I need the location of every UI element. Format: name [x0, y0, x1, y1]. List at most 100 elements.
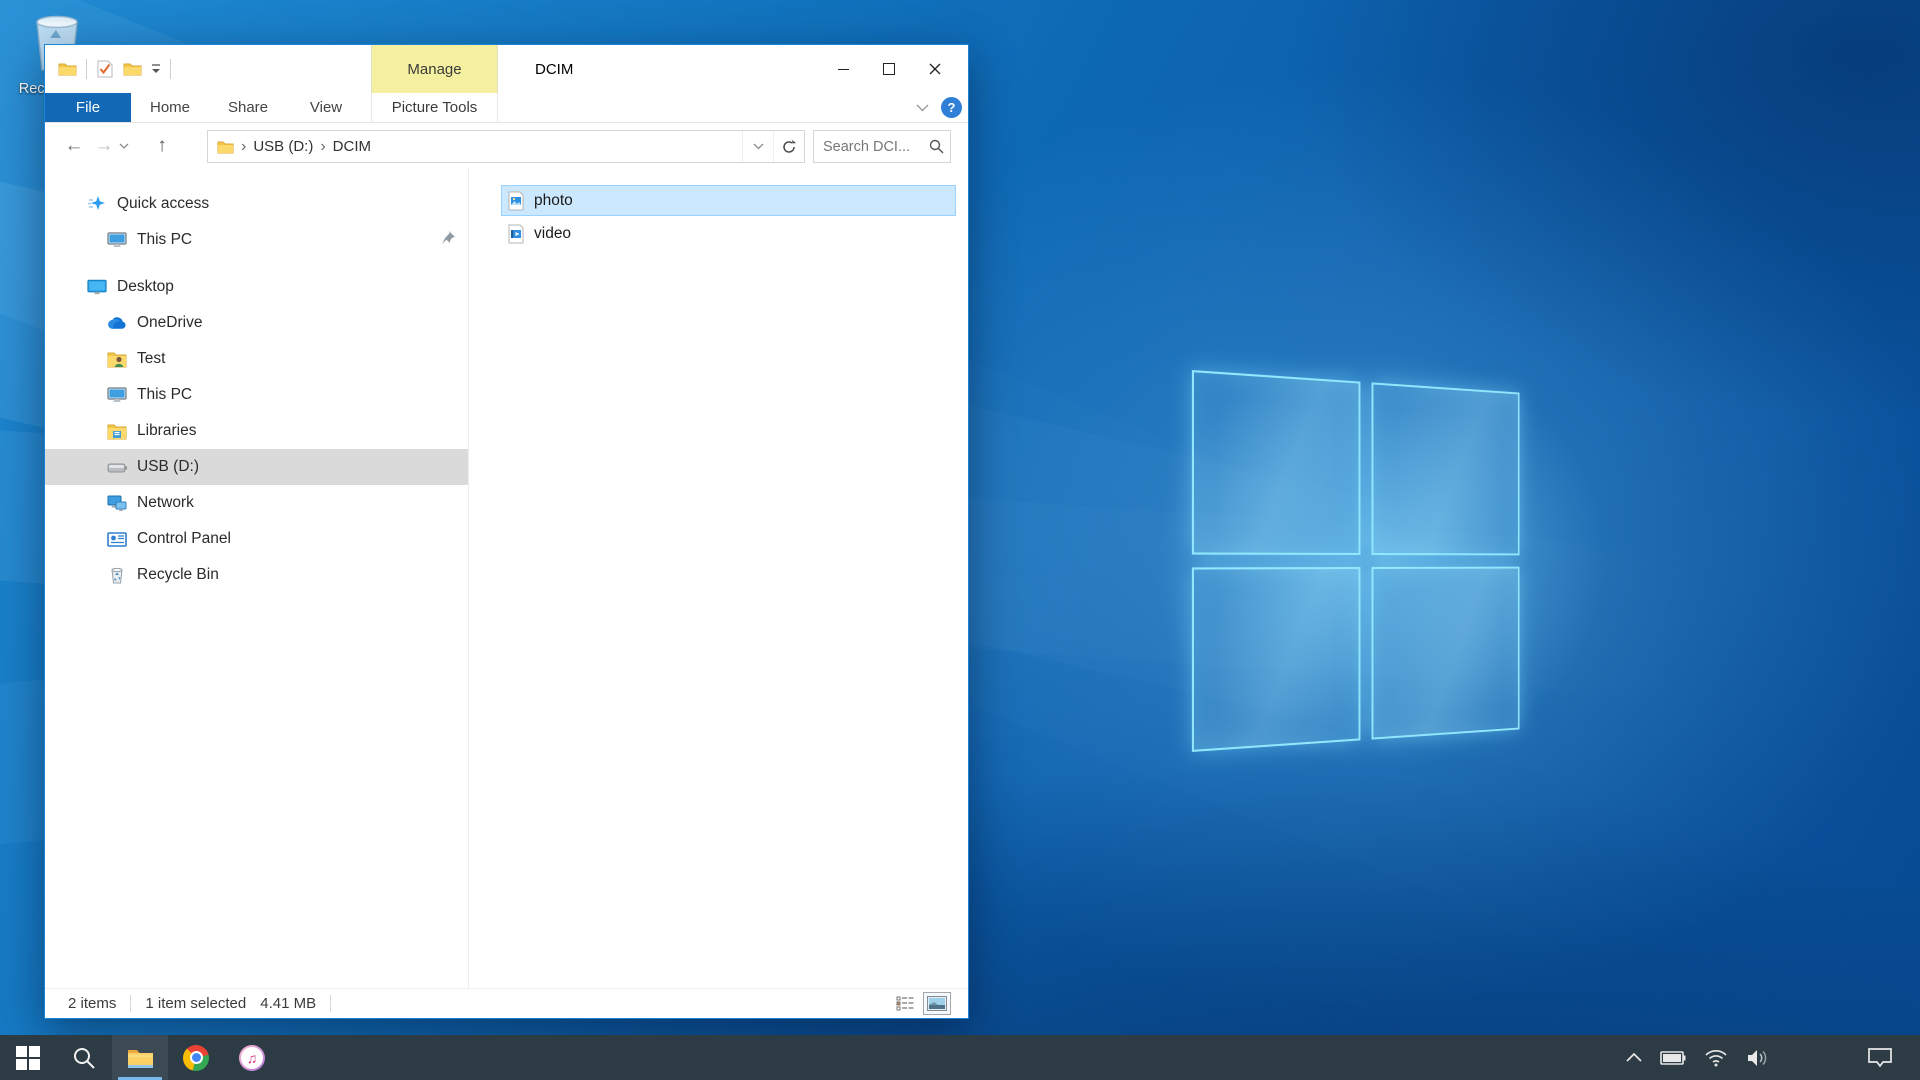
- file-name: video: [534, 225, 571, 243]
- windows-logo: [1192, 370, 1520, 752]
- ribbon-collapse-button[interactable]: [908, 93, 936, 122]
- window-controls: [820, 45, 958, 93]
- volume-icon[interactable]: [1746, 1049, 1770, 1067]
- status-bar: 2 items 1 item selected 4.41 MB: [45, 988, 968, 1018]
- sidebar-item-label: USB (D:): [137, 458, 199, 476]
- file-row-photo[interactable]: photo: [501, 185, 956, 216]
- windows-logo-pane: [1372, 382, 1520, 555]
- breadcrumb-dcim[interactable]: DCIM: [333, 138, 371, 155]
- toolbar-divider: [170, 59, 171, 79]
- sidebar-item-network[interactable]: Network: [45, 485, 468, 521]
- windows-logo-pane: [1372, 567, 1520, 740]
- video-file-icon: [506, 224, 526, 244]
- sidebar-item-label: Test: [137, 350, 165, 368]
- sidebar-gap: [45, 258, 468, 269]
- sidebar-item-desktop[interactable]: Desktop: [45, 269, 468, 305]
- close-icon: [929, 63, 941, 75]
- taskbar: ♫: [0, 1035, 1920, 1080]
- address-bar[interactable]: › USB (D:) › DCIM: [207, 130, 805, 163]
- recycle-bin-icon: [107, 565, 127, 585]
- new-folder-icon[interactable]: [123, 61, 142, 77]
- tab-share[interactable]: Share: [209, 93, 287, 122]
- search-icon[interactable]: [922, 139, 950, 154]
- sidebar-item-label: This PC: [137, 386, 192, 404]
- chevron-down-icon: [119, 143, 129, 150]
- start-button[interactable]: [0, 1035, 56, 1080]
- items-count: 2 items: [68, 995, 116, 1012]
- sidebar-item-label: Desktop: [117, 278, 174, 296]
- details-view-button[interactable]: [891, 992, 919, 1015]
- tab-home[interactable]: Home: [131, 93, 209, 122]
- sidebar-item-control-panel[interactable]: Control Panel: [45, 521, 468, 557]
- breadcrumb-usb[interactable]: USB (D:): [253, 138, 313, 155]
- sidebar-item-onedrive[interactable]: OneDrive: [45, 305, 468, 341]
- help-button[interactable]: ?: [941, 97, 962, 118]
- minimize-button[interactable]: [820, 45, 866, 93]
- this-pc-monitor-icon: [107, 230, 127, 250]
- sidebar-item-recycle-bin[interactable]: Recycle Bin: [45, 557, 468, 593]
- battery-icon[interactable]: [1660, 1051, 1686, 1065]
- system-tray: [1617, 1035, 1920, 1080]
- taskbar-chrome-button[interactable]: [168, 1035, 224, 1080]
- status-divider: [330, 995, 331, 1012]
- sidebar-item-test[interactable]: Test: [45, 341, 468, 377]
- customize-qat-chevron-icon[interactable]: [151, 63, 161, 75]
- refresh-icon: [782, 140, 796, 154]
- taskbar-file-explorer-button[interactable]: [112, 1035, 168, 1080]
- sidebar-item-label: Control Panel: [137, 530, 231, 548]
- recent-locations-button[interactable]: [119, 137, 139, 155]
- photo-file-icon: [506, 191, 526, 211]
- chevron-up-icon: [1626, 1053, 1642, 1062]
- large-icons-view-button[interactable]: [923, 992, 951, 1015]
- minimize-icon: [838, 69, 849, 70]
- sidebar-item-label: Recycle Bin: [137, 566, 219, 584]
- sidebar-item-libraries[interactable]: Libraries: [45, 413, 468, 449]
- tab-view[interactable]: View: [287, 93, 365, 122]
- sidebar-item-this-pc-pinned[interactable]: This PC: [45, 222, 468, 258]
- back-button[interactable]: ←: [59, 135, 89, 157]
- breadcrumb-chevron: ›: [313, 138, 332, 156]
- taskbar-search-button[interactable]: [56, 1035, 112, 1080]
- chevron-down-icon: [916, 104, 929, 112]
- user-folder-icon: [107, 349, 127, 369]
- close-button[interactable]: [912, 45, 958, 93]
- windows-start-icon: [16, 1046, 40, 1070]
- navigation-pane: Quick access This PC: [45, 168, 468, 988]
- address-dropdown-button[interactable]: [742, 131, 773, 162]
- tab-picture-tools[interactable]: Picture Tools: [371, 93, 498, 122]
- folder-icon: [217, 140, 234, 154]
- contextual-tab-manage[interactable]: Manage: [371, 45, 498, 93]
- libraries-folder-icon: [107, 421, 127, 441]
- file-row-video[interactable]: video: [501, 218, 956, 249]
- up-button[interactable]: ↑: [147, 135, 177, 157]
- tab-file[interactable]: File: [45, 93, 131, 122]
- search-box[interactable]: Search DCI...: [813, 130, 951, 163]
- windows-logo-pane: [1192, 370, 1361, 555]
- file-explorer-window: Manage DCIM File Home Share View Picture…: [44, 44, 969, 1019]
- control-panel-icon: [107, 529, 127, 549]
- sidebar-item-this-pc[interactable]: This PC: [45, 377, 468, 413]
- pane-splitter[interactable]: [468, 168, 469, 988]
- sidebar-item-quick-access[interactable]: Quick access: [45, 186, 468, 222]
- pin-icon: [440, 230, 456, 251]
- properties-check-icon[interactable]: [96, 60, 114, 78]
- forward-button[interactable]: →: [89, 135, 119, 157]
- selection-size: 4.41 MB: [260, 995, 316, 1012]
- quick-access-toolbar: [58, 45, 171, 93]
- network-icon: [107, 493, 127, 513]
- refresh-button[interactable]: [773, 131, 804, 162]
- details-view-icon: [896, 996, 914, 1011]
- sidebar-item-usb-d[interactable]: USB (D:): [45, 449, 468, 485]
- action-center-button[interactable]: [1867, 1047, 1893, 1069]
- tray-expand-button[interactable]: [1626, 1053, 1642, 1062]
- wifi-icon[interactable]: [1704, 1049, 1728, 1067]
- chrome-icon: [183, 1045, 209, 1071]
- sidebar-item-label: Libraries: [137, 422, 196, 440]
- maximize-button[interactable]: [866, 45, 912, 93]
- title-bar: Manage DCIM: [45, 45, 968, 93]
- folder-icon[interactable]: [58, 61, 77, 77]
- sidebar-item-label: OneDrive: [137, 314, 202, 332]
- itunes-icon: ♫: [239, 1045, 265, 1071]
- window-title: DCIM: [535, 45, 573, 93]
- taskbar-itunes-button[interactable]: ♫: [224, 1035, 280, 1080]
